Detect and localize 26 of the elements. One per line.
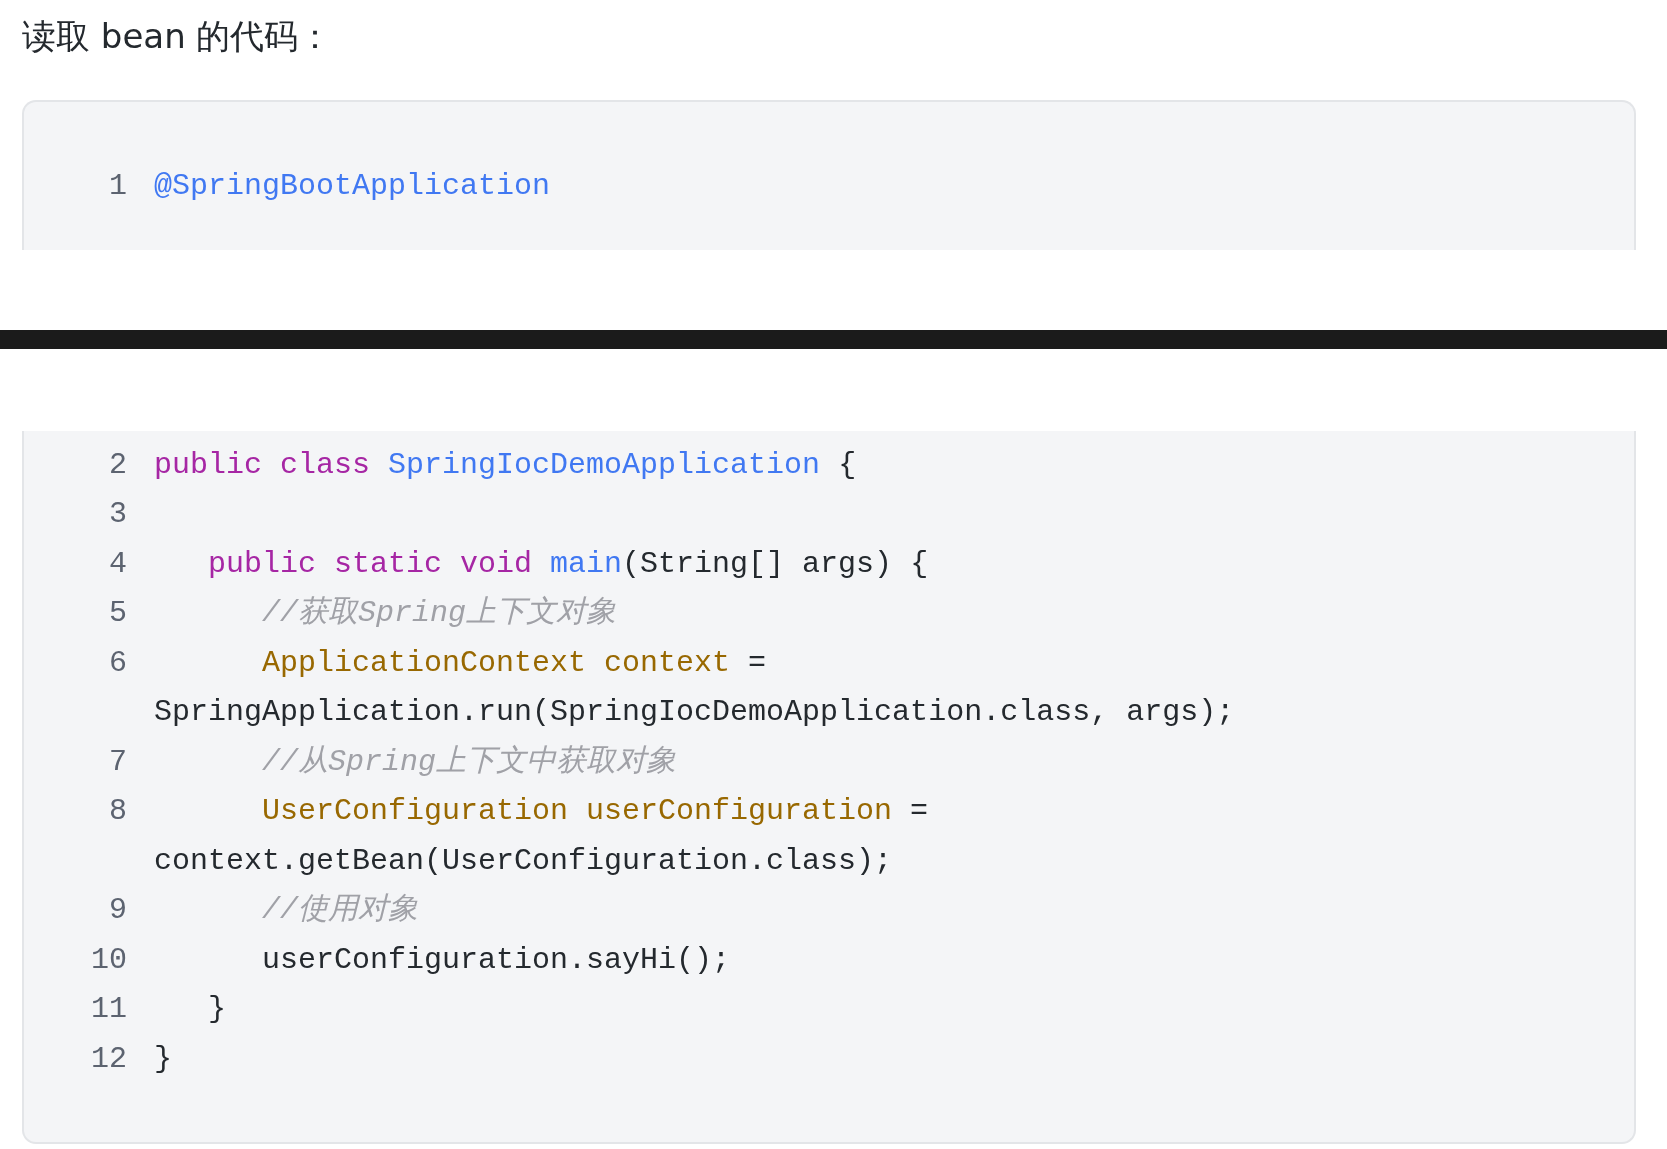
- line-number: 2: [108, 446, 127, 484]
- section-heading: 读取 bean 的代码：: [22, 15, 334, 58]
- code-line: }: [208, 991, 226, 1029]
- line-number: 1: [108, 168, 127, 206]
- code-comment: //获取Spring上下文对象: [262, 595, 617, 633]
- line-number: 10: [90, 941, 127, 979]
- line-number: 6: [108, 644, 127, 682]
- line-number: 11: [90, 991, 127, 1029]
- code-line: SpringApplication.run(SpringIocDemoApplication.class, args);: [154, 694, 1235, 732]
- code-line: ApplicationContext context =: [262, 644, 767, 682]
- code-line: context.getBean(UserConfiguration.class);: [154, 842, 893, 880]
- code-line: public class SpringIocDemoApplication {: [154, 446, 857, 484]
- line-number: 12: [90, 1040, 127, 1078]
- line-number: 4: [108, 545, 127, 583]
- code-line: @SpringBootApplication: [154, 168, 551, 206]
- code-line: UserConfiguration userConfiguration =: [262, 793, 929, 831]
- code-line: public static void main(String[] args) {: [208, 545, 929, 583]
- line-number: 8: [108, 793, 127, 831]
- line-number: 5: [108, 595, 127, 633]
- code-comment: //从Spring上下文中获取对象: [262, 743, 677, 781]
- line-number: 9: [108, 892, 127, 930]
- line-number: 7: [108, 743, 127, 781]
- line-number: 3: [108, 496, 127, 534]
- code-line: userConfiguration.sayHi();: [262, 941, 731, 979]
- code-comment: //使用对象: [262, 892, 418, 930]
- code-line: }: [154, 1040, 172, 1078]
